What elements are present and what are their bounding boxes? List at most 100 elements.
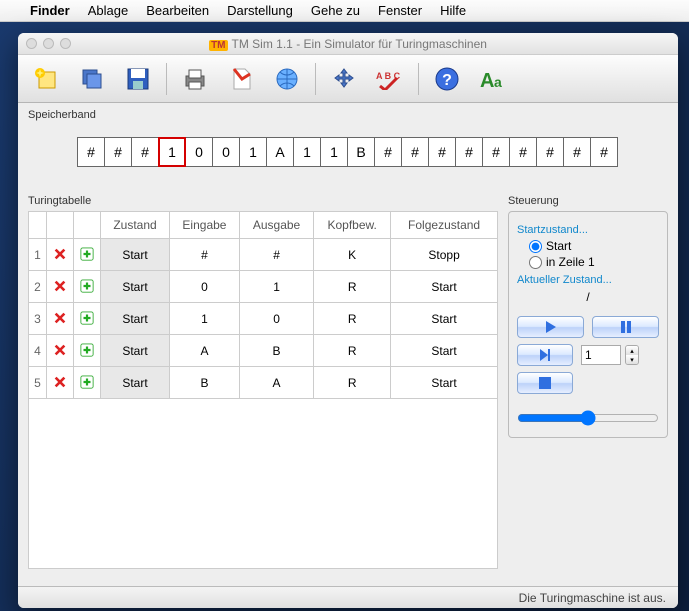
output-cell[interactable]: A (239, 367, 313, 399)
tape-cell[interactable]: 1 (239, 137, 267, 167)
state-cell[interactable]: Start (101, 367, 170, 399)
move-cell[interactable]: R (314, 271, 391, 303)
move-cell[interactable]: R (314, 303, 391, 335)
tape-cell[interactable]: 0 (185, 137, 213, 167)
tape: ###1001A11B######### (28, 125, 668, 189)
minimize-window-button[interactable] (43, 38, 54, 49)
state-cell[interactable]: Start (101, 335, 170, 367)
stop-button[interactable] (517, 372, 573, 394)
tape-cell[interactable]: # (509, 137, 537, 167)
tape-cell[interactable]: # (401, 137, 429, 167)
pdf-export-button[interactable] (221, 62, 261, 96)
move-cell[interactable]: R (314, 335, 391, 367)
zoom-window-button[interactable] (60, 38, 71, 49)
delete-row-button[interactable] (47, 303, 74, 335)
control-section: Steuerung Startzustand... Start in Zeile… (508, 195, 668, 569)
delete-row-button[interactable] (47, 271, 74, 303)
nextstate-cell[interactable]: Start (391, 271, 498, 303)
row-number: 2 (29, 271, 47, 303)
tape-cell[interactable]: 1 (320, 137, 348, 167)
current-state-value: / (517, 288, 659, 310)
add-row-button[interactable] (74, 239, 101, 271)
step-button[interactable] (517, 344, 573, 366)
tape-cell[interactable]: 1 (293, 137, 321, 167)
step-count-input[interactable] (581, 345, 621, 365)
pause-button[interactable] (592, 316, 659, 338)
new-button[interactable] (26, 62, 66, 96)
nextstate-cell[interactable]: Start (391, 367, 498, 399)
state-cell[interactable]: Start (101, 303, 170, 335)
delete-row-button[interactable] (47, 335, 74, 367)
stepper-down[interactable]: ▾ (626, 355, 638, 364)
move-cell[interactable]: K (314, 239, 391, 271)
tape-cell[interactable]: 0 (212, 137, 240, 167)
input-cell[interactable]: 1 (170, 303, 240, 335)
nextstate-cell[interactable]: Start (391, 303, 498, 335)
stepper-up[interactable]: ▴ (626, 346, 638, 355)
svg-text:?: ? (442, 72, 452, 89)
menu-finder[interactable]: Finder (30, 3, 70, 18)
radio-start[interactable]: Start (517, 238, 659, 254)
tape-cell[interactable]: # (482, 137, 510, 167)
tape-cell[interactable]: # (104, 137, 132, 167)
play-button[interactable] (517, 316, 584, 338)
step-stepper[interactable]: ▴▾ (625, 345, 639, 365)
menu-gehezu[interactable]: Gehe zu (311, 3, 360, 18)
add-row-button[interactable] (74, 303, 101, 335)
font-button[interactable]: Aa (473, 62, 513, 96)
status-bar: Die Turingmaschine ist aus. (18, 586, 678, 608)
move-button[interactable] (324, 62, 364, 96)
state-cell[interactable]: Start (101, 271, 170, 303)
nextstate-cell[interactable]: Start (391, 335, 498, 367)
tape-cell[interactable]: # (536, 137, 564, 167)
menu-fenster[interactable]: Fenster (378, 3, 422, 18)
open-button[interactable] (72, 62, 112, 96)
help-button[interactable]: ? (427, 62, 467, 96)
output-cell[interactable]: 1 (239, 271, 313, 303)
output-cell[interactable]: 0 (239, 303, 313, 335)
menu-darstellung[interactable]: Darstellung (227, 3, 293, 18)
tape-cell[interactable]: # (455, 137, 483, 167)
menu-hilfe[interactable]: Hilfe (440, 3, 466, 18)
output-cell[interactable]: B (239, 335, 313, 367)
speed-slider[interactable] (517, 410, 659, 426)
output-cell[interactable]: # (239, 239, 313, 271)
currentstate-link[interactable]: Aktueller Zustand... (517, 274, 659, 286)
svg-text:a: a (494, 74, 502, 90)
radio-line1[interactable]: in Zeile 1 (517, 254, 659, 270)
web-button[interactable] (267, 62, 307, 96)
tape-cell[interactable]: A (266, 137, 294, 167)
tape-cell[interactable]: # (374, 137, 402, 167)
add-row-button[interactable] (74, 367, 101, 399)
radio-start-input[interactable] (529, 240, 542, 253)
menu-bearbeiten[interactable]: Bearbeiten (146, 3, 209, 18)
startstate-link[interactable]: Startzustand... (517, 224, 659, 236)
table-header: Ausgabe (239, 212, 313, 239)
print-button[interactable] (175, 62, 215, 96)
tape-cell[interactable]: # (563, 137, 591, 167)
tape-cell[interactable]: # (77, 137, 105, 167)
tape-cell[interactable]: 1 (158, 137, 186, 167)
input-cell[interactable]: A (170, 335, 240, 367)
input-cell[interactable]: B (170, 367, 240, 399)
tape-cell[interactable]: # (428, 137, 456, 167)
input-cell[interactable]: 0 (170, 271, 240, 303)
spellcheck-button[interactable]: A B C (370, 62, 410, 96)
radio-line1-input[interactable] (529, 256, 542, 269)
delete-row-button[interactable] (47, 367, 74, 399)
tape-cell[interactable]: # (131, 137, 159, 167)
input-cell[interactable]: # (170, 239, 240, 271)
move-cell[interactable]: R (314, 367, 391, 399)
delete-row-button[interactable] (47, 239, 74, 271)
add-row-button[interactable] (74, 271, 101, 303)
tape-cell[interactable]: # (590, 137, 618, 167)
close-window-button[interactable] (26, 38, 37, 49)
add-row-button[interactable] (74, 335, 101, 367)
nextstate-cell[interactable]: Stopp (391, 239, 498, 271)
row-number: 4 (29, 335, 47, 367)
menu-ablage[interactable]: Ablage (88, 3, 128, 18)
save-button[interactable] (118, 62, 158, 96)
tape-cell[interactable]: B (347, 137, 375, 167)
state-cell[interactable]: Start (101, 239, 170, 271)
delete-icon (51, 277, 69, 295)
